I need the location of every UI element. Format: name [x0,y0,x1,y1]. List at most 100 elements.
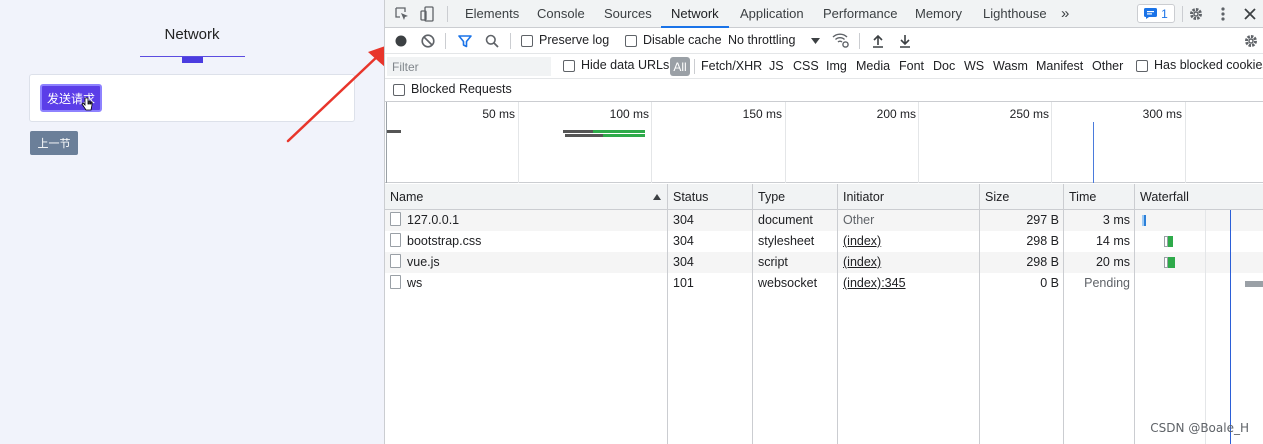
export-har-icon[interactable] [896,32,914,50]
column-divider[interactable] [1063,184,1064,444]
overview-tick [918,102,919,183]
request-status: 304 [673,213,694,227]
blocked-requests-checkbox[interactable] [393,84,405,96]
filter-type-manifest[interactable]: Manifest [1036,58,1083,75]
tab-sources[interactable]: Sources [604,0,652,28]
overview-timeline[interactable]: 50 ms 100 ms 150 ms 200 ms 250 ms 300 ms [385,102,1263,183]
table-row[interactable]: bootstrap.css 304 stylesheet (index) 298… [385,231,1263,252]
record-icon[interactable] [392,32,410,50]
request-status: 101 [673,276,694,290]
filter-type-media[interactable]: Media [856,58,890,75]
waterfall-bar [1168,236,1173,247]
throttling-select[interactable]: No throttling [728,33,795,47]
column-header-initiator[interactable]: Initiator [838,184,979,210]
request-name: 127.0.0.1 [407,213,460,227]
filter-funnel-icon[interactable] [456,32,474,50]
search-icon[interactable] [483,32,501,50]
hide-data-urls-checkbox[interactable] [563,60,575,72]
column-divider[interactable] [979,184,980,444]
has-blocked-cookies-checkbox[interactable] [1136,60,1148,72]
column-divider[interactable] [837,184,838,444]
network-toolbar: Preserve log Disable cache No throttling [385,28,1263,54]
filter-type-doc[interactable]: Doc [933,58,955,75]
column-header-type[interactable]: Type [753,184,837,210]
filter-input[interactable] [387,57,551,76]
column-header-time[interactable]: Time [1064,184,1135,210]
request-initiator-link[interactable]: (index) [838,231,979,252]
settings-gear-icon[interactable] [1187,5,1205,23]
request-size: 298 B [1026,255,1059,269]
disable-cache-checkbox[interactable] [625,35,637,47]
tab-memory[interactable]: Memory [915,0,962,28]
waterfall-bar [1168,257,1175,268]
table-row[interactable]: vue.js 304 script (index) 298 B 20 ms [385,252,1263,273]
network-conditions-icon[interactable] [832,31,850,49]
tab-performance[interactable]: Performance [823,0,897,28]
filter-type-font[interactable]: Font [899,58,924,75]
overview-tick-label: 250 ms [1009,107,1049,121]
dropdown-caret-icon[interactable] [806,32,824,50]
column-header-waterfall[interactable]: Waterfall [1135,184,1263,210]
tab-console[interactable]: Console [537,0,585,28]
has-blocked-cookies-label: Has blocked cookies [1154,58,1263,72]
table-row[interactable]: 127.0.0.1 304 document Other 297 B 3 ms [385,210,1263,231]
column-header-status[interactable]: Status [668,184,752,210]
filter-type-js[interactable]: JS [769,58,784,75]
websocket-file-icon [390,275,401,289]
watermark: CSDN @Boale_H [1150,421,1249,435]
kebab-menu-icon[interactable] [1214,5,1232,23]
waterfall-bar [1144,215,1146,226]
request-type: document [758,213,813,227]
annotation-arrow-icon [286,44,391,143]
waterfall-bar [1245,281,1263,287]
filter-type-other[interactable]: Other [1092,58,1123,75]
column-divider[interactable] [1134,184,1135,444]
request-type: websocket [758,276,818,290]
filter-type-all[interactable]: All [670,57,690,76]
request-size: 297 B [1026,213,1059,227]
more-tabs-button[interactable]: » [1061,0,1069,28]
filter-type-img[interactable]: Img [826,58,847,75]
request-initiator-link[interactable]: (index):345 [838,273,979,294]
overview-tick [1051,102,1052,183]
tab-application[interactable]: Application [740,0,804,28]
request-size: 0 B [1040,276,1059,290]
column-divider[interactable] [667,184,668,444]
request-time: 3 ms [1102,213,1130,227]
hand-cursor-icon [81,97,93,111]
column-divider[interactable] [752,184,753,444]
filter-bar: Hide data URLs All Fetch/XHR JS CSS Img … [385,54,1263,79]
close-devtools-icon[interactable] [1241,5,1259,23]
device-toolbar-icon[interactable] [418,5,436,23]
stylesheet-file-icon [390,233,401,247]
filter-type-fetch-xhr[interactable]: Fetch/XHR [701,58,762,75]
request-size: 298 B [1026,234,1059,248]
request-initiator-link[interactable]: (index) [838,252,979,273]
column-header-name[interactable]: Name [385,184,667,210]
overview-tick-label: 150 ms [742,107,782,121]
request-time: Pending [1084,276,1130,290]
clear-icon[interactable] [419,32,437,50]
inspect-element-icon[interactable] [393,5,411,23]
issues-badge[interactable]: 1 [1137,4,1175,23]
preserve-log-label: Preserve log [539,33,610,47]
import-har-icon[interactable] [869,32,887,50]
filter-type-css[interactable]: CSS [793,58,819,75]
request-initiator: Other [843,213,875,227]
overview-request-bar [593,130,645,133]
preserve-log-checkbox[interactable] [521,35,533,47]
column-header-size[interactable]: Size [980,184,1064,210]
request-name: bootstrap.css [407,234,482,248]
filter-type-ws[interactable]: WS [964,58,984,75]
filter-type-wasm[interactable]: Wasm [993,58,1028,75]
tab-elements[interactable]: Elements [465,0,519,28]
request-name: vue.js [407,255,440,269]
table-row[interactable]: ws 101 websocket (index):345 0 B Pending [385,273,1263,294]
network-settings-gear-icon[interactable] [1242,32,1260,50]
tabbar-divider [447,6,448,22]
sort-ascending-icon [653,194,661,200]
tab-lighthouse[interactable]: Lighthouse [983,0,1047,28]
previous-section-button[interactable]: 上一节 [30,131,78,155]
overview-tick-label: 200 ms [876,107,916,121]
tab-network[interactable]: Network [661,0,729,28]
